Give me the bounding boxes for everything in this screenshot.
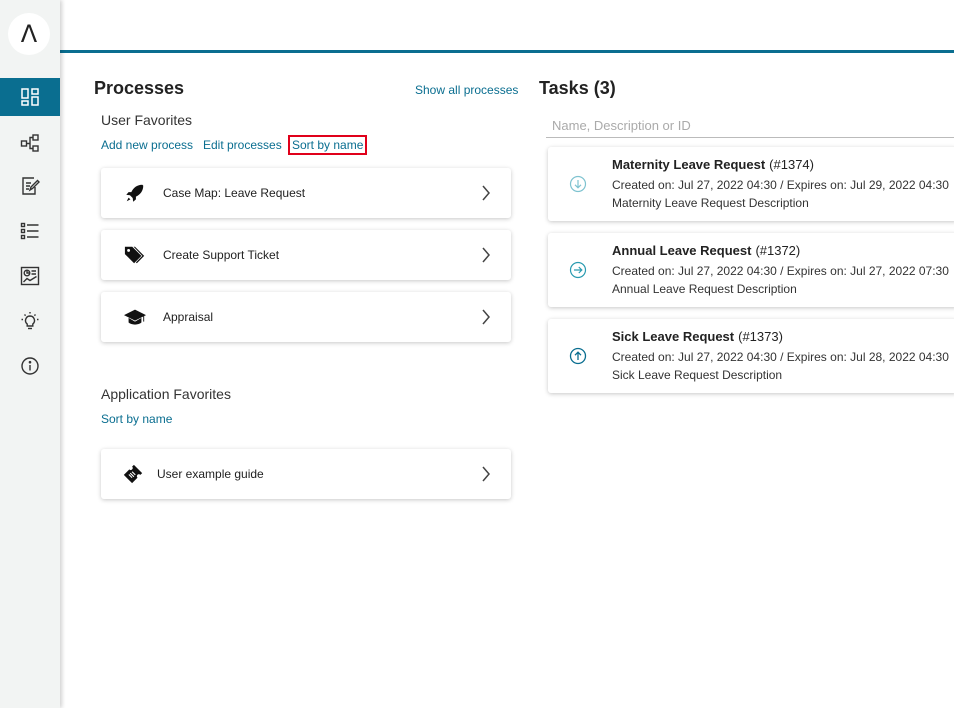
process-card-label: Appraisal: [163, 310, 214, 324]
app-card-label: User example guide: [157, 467, 264, 481]
processes-title: Processes: [94, 78, 185, 98]
rocket-icon: [126, 184, 144, 202]
process-card-case-map[interactable]: Case Map: Leave Request: [101, 168, 511, 218]
arrow-up-circle-icon: [569, 347, 587, 365]
sort-by-name-user-favorites-link[interactable]: Sort by name: [288, 135, 368, 155]
task-description: Annual Leave Request Description: [612, 282, 797, 296]
lightbulb-icon: [21, 312, 39, 330]
task-dates: Created on: Jul 27, 2022 04:30 / Expires…: [612, 264, 949, 278]
sidebar-item-ideas[interactable]: [0, 302, 60, 340]
logo[interactable]: Λ: [8, 13, 50, 55]
arrow-right-circle-icon: [569, 261, 587, 279]
task-id: (#1374): [769, 157, 814, 172]
task-card-annual-leave[interactable]: Annual Leave Request (#1372) Created on: …: [548, 233, 954, 307]
statistics-icon: [20, 266, 40, 286]
sidebar-item-dashboard[interactable]: [0, 78, 60, 116]
task-name: Annual Leave Request (#1372): [612, 243, 801, 258]
task-search-input[interactable]: [546, 114, 954, 138]
chevron-right-icon: [482, 466, 490, 482]
chevron-right-icon: [482, 309, 490, 325]
add-new-process-link[interactable]: Add new process: [101, 138, 193, 152]
app-card-user-example-guide[interactable]: User example guide: [101, 449, 511, 499]
graduation-cap-icon: [124, 309, 146, 325]
task-card-maternity-leave[interactable]: Maternity Leave Request (#1374) Created o…: [548, 147, 954, 221]
task-card-sick-leave[interactable]: Sick Leave Request (#1373) Created on: Ju…: [548, 319, 954, 393]
sidebar-item-cases[interactable]: [0, 212, 60, 250]
task-description: Maternity Leave Request Description: [612, 196, 809, 210]
process-card-support-ticket[interactable]: Create Support Ticket: [101, 230, 511, 280]
task-description: Sick Leave Request Description: [612, 368, 783, 382]
logo-glyph: Λ: [20, 20, 38, 48]
dashboard-icon: [21, 88, 39, 106]
list-icon: [20, 222, 39, 240]
application-favorites-title: Application Favorites: [101, 386, 231, 402]
sort-by-name-app-favorites-link[interactable]: Sort by name: [101, 412, 172, 426]
chevron-right-icon: [482, 247, 490, 263]
process-card-appraisal[interactable]: Appraisal: [101, 292, 511, 342]
top-bar: [60, 0, 954, 53]
task-name: Maternity Leave Request (#1374): [612, 157, 814, 172]
task-id: (#1373): [738, 329, 783, 344]
task-dates: Created on: Jul 27, 2022 04:30 / Expires…: [612, 350, 949, 364]
edit-processes-link[interactable]: Edit processes: [203, 138, 282, 152]
sidebar-item-statistics[interactable]: [0, 257, 60, 295]
info-icon: [21, 357, 39, 375]
tags-icon: [124, 246, 145, 264]
process-map-icon: [20, 134, 39, 152]
task-id: (#1372): [755, 243, 801, 258]
show-all-processes-link[interactable]: Show all processes: [415, 83, 518, 97]
task-name: Sick Leave Request (#1373): [612, 329, 783, 344]
sidebar: Λ: [0, 0, 60, 708]
edit-task-icon: [22, 177, 40, 195]
tasks-title: Tasks (3): [539, 78, 616, 98]
task-dates: Created on: Jul 27, 2022 04:30 / Expires…: [612, 178, 949, 192]
user-favorites-title: User Favorites: [101, 112, 193, 128]
sidebar-item-about[interactable]: [0, 347, 60, 385]
sidebar-item-processes[interactable]: [0, 124, 60, 162]
arrow-down-circle-icon: [569, 175, 587, 193]
process-card-label: Create Support Ticket: [163, 248, 280, 262]
sidebar-item-tasks[interactable]: [0, 167, 60, 205]
process-card-label: Case Map: Leave Request: [163, 186, 306, 200]
chevron-right-icon: [482, 185, 490, 201]
ticket-icon: [123, 464, 143, 484]
